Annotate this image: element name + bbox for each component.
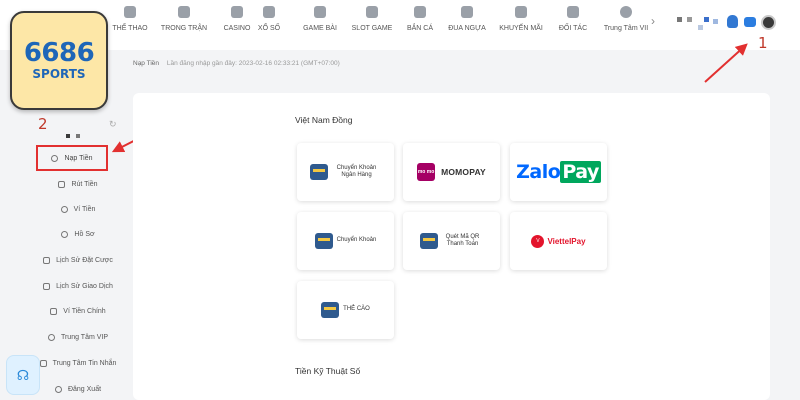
user-avatar[interactable] [761, 15, 776, 30]
withdraw-icon [58, 180, 66, 188]
wallet-icon [60, 205, 68, 213]
refresh-icon[interactable]: ↻ [109, 119, 117, 130]
nav-item-dua-ngua[interactable]: ĐUA NGỰA [437, 6, 497, 32]
method-bank-transfer[interactable]: Chuyển Khoản Ngân Hàng [297, 143, 394, 201]
nav-scroll-right-chevron-icon[interactable]: › [651, 14, 655, 28]
crypto-section-title: Tiền Kỹ Thuật Số [295, 366, 361, 376]
method-momopay[interactable]: mo mo MOMOPAY [403, 143, 500, 201]
bet-history-icon [43, 256, 51, 264]
viettel-logo: V [531, 234, 545, 248]
money-bag-icon[interactable] [727, 15, 738, 28]
slot-machine-icon [366, 6, 378, 18]
bank-card-icon [314, 233, 333, 249]
method-transfer[interactable]: Chuyển Khoản [297, 212, 394, 270]
partner-icon [567, 6, 579, 18]
vnd-section-title: Việt Nam Đồng [295, 115, 353, 125]
transaction-history-icon [43, 282, 51, 290]
top-navigation: THỂ THAO TRONG TRẬN CASINO XỔ SỐ GAME BÀ… [0, 0, 800, 50]
nav-item-khuyen-mai[interactable]: KHUYẾN MÃI [491, 6, 551, 32]
deposit-panel: Việt Nam Đồng Chuyển Khoản Ngân Hàng mo … [133, 93, 770, 400]
step-number-1: 1 [758, 34, 768, 52]
sidebar-item-nap-tien[interactable]: Nạp Tiền [36, 145, 108, 171]
lottery-ball-icon [263, 6, 275, 18]
last-login-text: Lần đăng nhập gần đây: 2023-02-16 02:33:… [166, 60, 340, 67]
sidebar-item-trung-tam-tin-nhan[interactable]: Trung Tâm Tin Nhắn [28, 352, 128, 374]
momo-logo: mo mo [417, 163, 436, 181]
nav-item-doi-tac[interactable]: ĐỐI TÁC [543, 6, 603, 32]
masked-text-pixel [677, 17, 682, 22]
brand-logo[interactable]: 6686 SPORTS [10, 11, 108, 110]
nav-item-the-thao[interactable]: THỂ THAO [100, 6, 160, 32]
message-icon [39, 359, 47, 367]
sidebar-item-trung-tam-vip[interactable]: Trung Tâm VIP [28, 326, 128, 348]
mail-icon[interactable] [744, 17, 756, 27]
logout-icon [54, 385, 62, 393]
deposit-icon [51, 154, 59, 162]
main-wallet-icon [50, 307, 58, 315]
vip-icon [47, 333, 55, 341]
masked-text-pixel [687, 17, 692, 22]
nav-item-trung-tam-vip[interactable]: Trung Tâm VII [596, 6, 656, 32]
sidebar-item-dang-xuat[interactable]: Đăng Xuất [28, 378, 128, 400]
zalopay-logo: Zalo Pay [516, 161, 601, 183]
support-chat-button[interactable]: ☊ [6, 355, 40, 395]
headset-icon: ☊ [16, 366, 30, 383]
game-cards-icon [314, 6, 326, 18]
horse-icon [461, 6, 473, 18]
method-qr-scan[interactable]: Quét Mã QR Thanh Toán [403, 212, 500, 270]
masked-text-pixel [698, 25, 703, 30]
step-number-2: 2 [38, 115, 48, 133]
bank-card-icon [309, 164, 328, 180]
soccer-ball-icon [124, 6, 136, 18]
arrow-to-account-icon [704, 43, 748, 83]
nav-item-game-bai[interactable]: GAME BÀI [290, 6, 350, 32]
sidebar-item-vi-tien-chinh[interactable]: Ví Tiền Chính [28, 300, 128, 322]
video-icon [178, 6, 190, 18]
sidebar-item-vi-tien[interactable]: Ví Tiền [28, 198, 128, 220]
sidebar-item-lich-su-dat-cuoc[interactable]: Lịch Sử Đặt Cược [28, 249, 128, 271]
sidebar-item-lich-su-giao-dich[interactable]: Lịch Sử Giao Dịch [28, 275, 128, 297]
method-scratch-card[interactable]: THẺ CÀO [297, 281, 394, 339]
method-zalopay[interactable]: Zalo Pay [510, 143, 607, 201]
sidebar-item-rut-tien[interactable]: Rút Tiền [28, 173, 128, 195]
percent-icon [515, 6, 527, 18]
person-icon [620, 6, 632, 18]
method-viettelpay[interactable]: V ViettelPay [510, 212, 607, 270]
breadcrumb: Nạp Tiền Lần đăng nhập gần đây: 2023-02-… [133, 60, 340, 67]
nav-item-trong-tran[interactable]: TRONG TRẬN [154, 6, 214, 32]
sidebar-item-ho-so[interactable]: Hồ Sơ [28, 223, 128, 245]
breadcrumb-current: Nạp Tiền [133, 60, 160, 67]
scratch-card-icon [321, 302, 340, 318]
fish-icon [414, 6, 426, 18]
profile-icon [61, 230, 69, 238]
masked-username [66, 125, 81, 143]
masked-text-pixel [713, 19, 718, 24]
qr-scan-icon [419, 233, 438, 249]
masked-text-pixel [704, 17, 709, 22]
